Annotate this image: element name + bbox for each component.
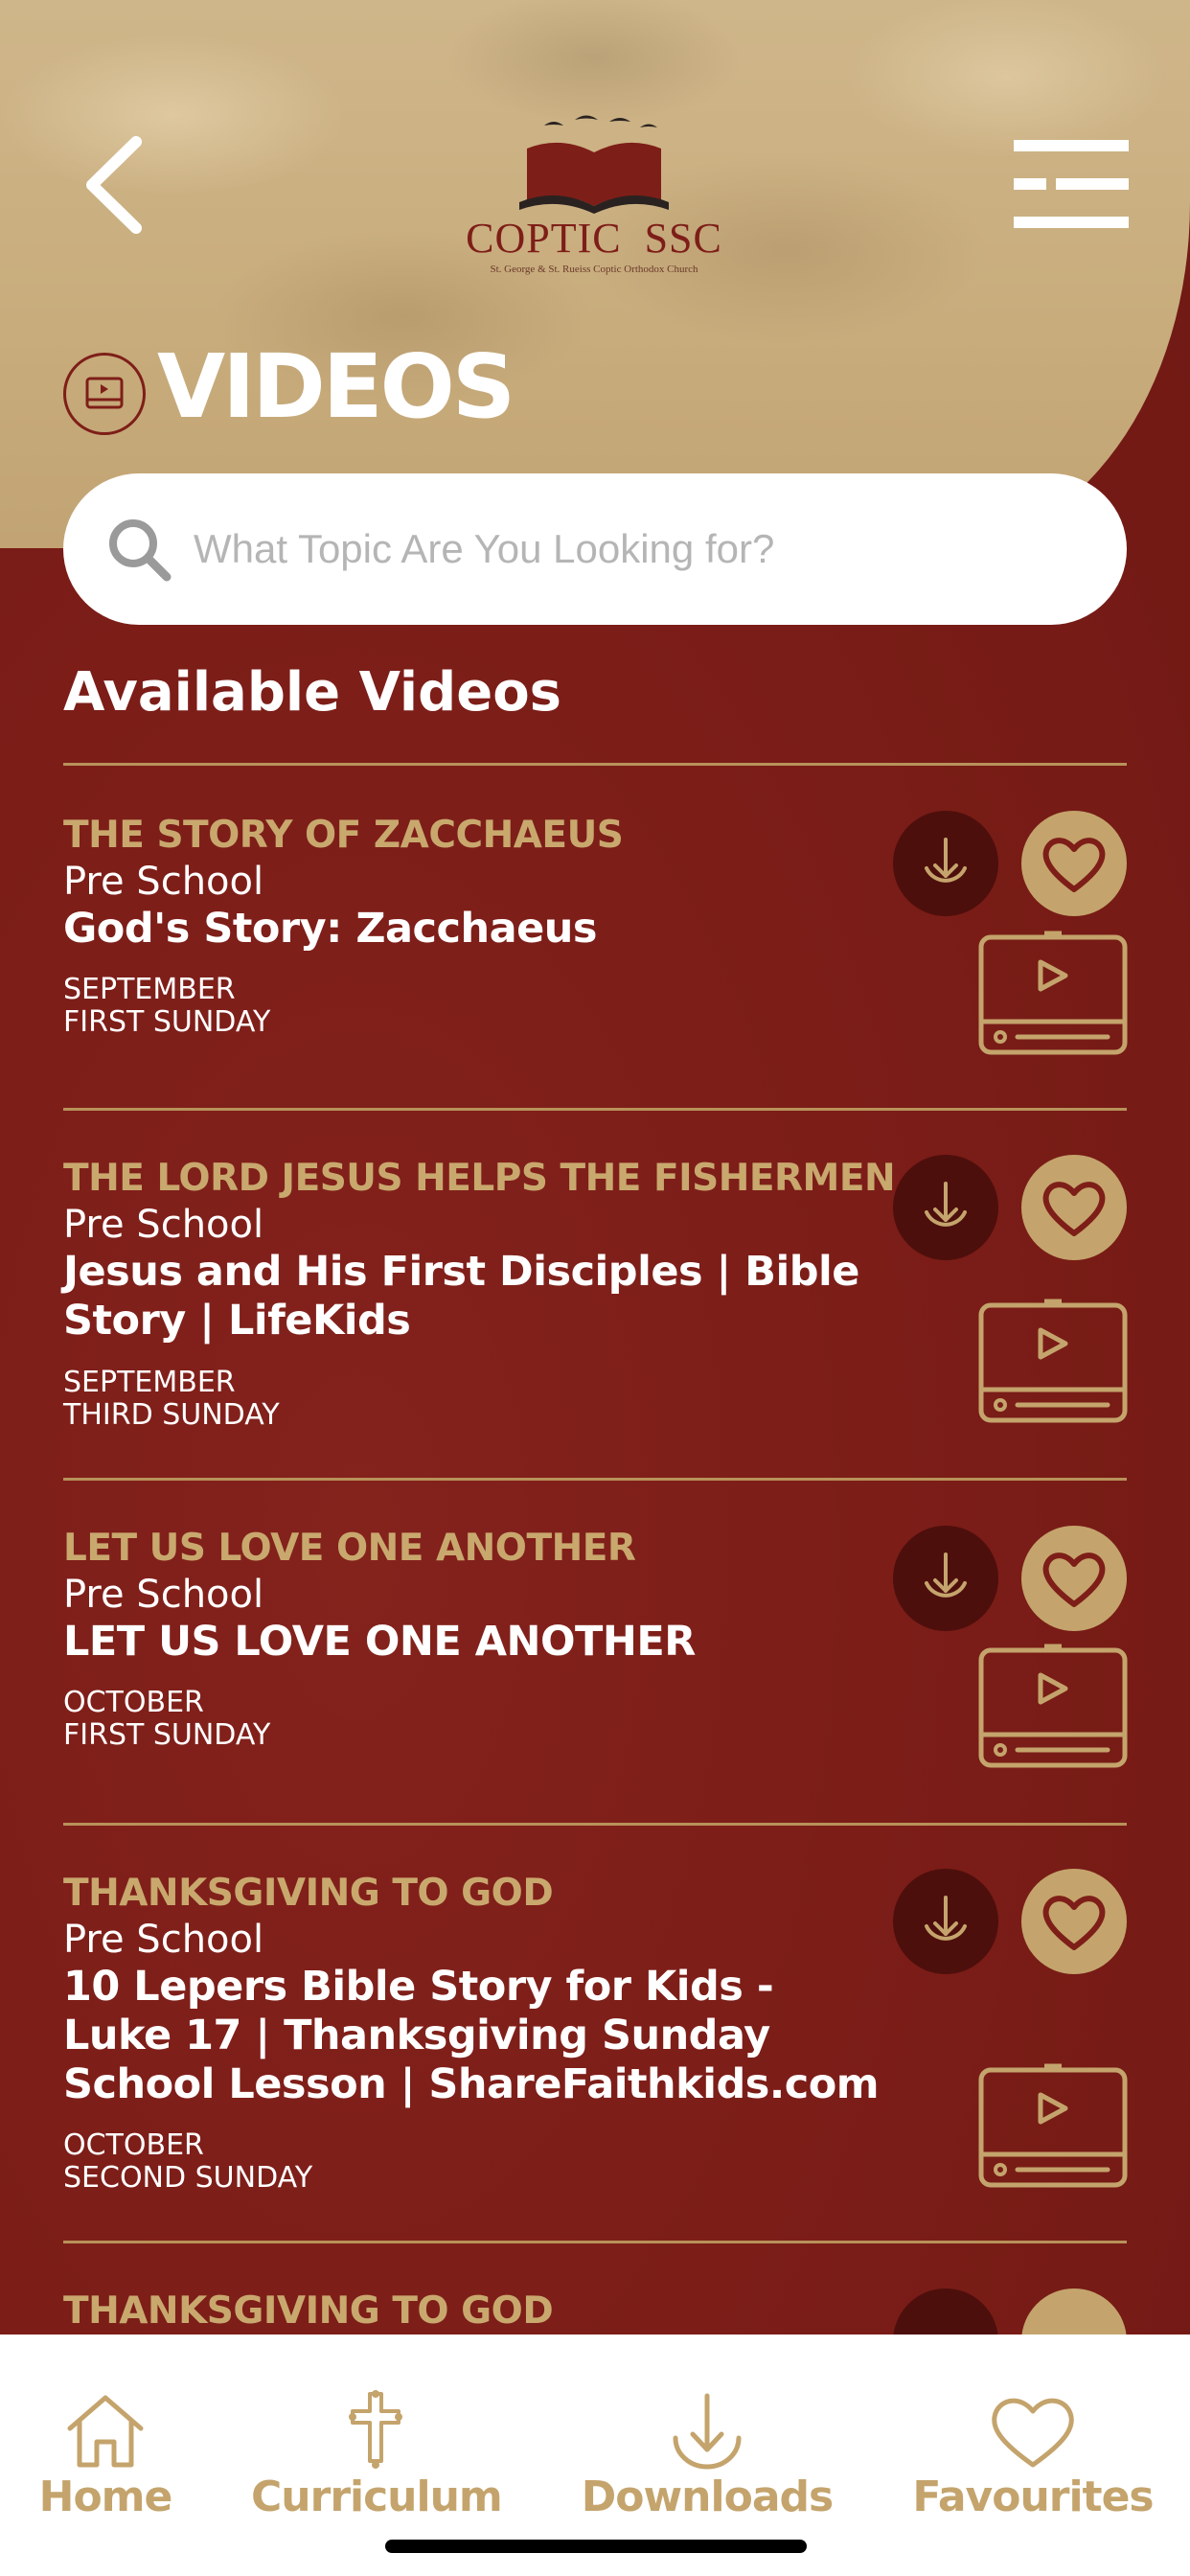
heart-icon: [1042, 1896, 1106, 1950]
logo-subtitle: St. George & St. Rueiss Coptic Orthodox …: [490, 264, 698, 275]
heart-icon: [1042, 838, 1106, 892]
download-button[interactable]: [893, 811, 998, 916]
video-month: OCTOBER: [63, 2128, 204, 2162]
video-title[interactable]: LET US LOVE ONE ANOTHER: [63, 1618, 887, 1667]
play-video-button[interactable]: [977, 1296, 1129, 1424]
video-month: OCTOBER: [63, 1686, 204, 1719]
favourite-button[interactable]: [1021, 1155, 1127, 1260]
logo-title: COPTIC SSC: [466, 215, 722, 262]
page-title: VIDEOS: [157, 335, 515, 438]
nav-curriculum-label: Curriculum: [251, 2472, 503, 2521]
search-icon: [109, 519, 172, 582]
home-indicator: [385, 2540, 807, 2553]
nav-favourites-label: Favourites: [912, 2472, 1154, 2521]
video-level: Pre School: [63, 1573, 264, 1617]
back-button[interactable]: [77, 132, 153, 238]
nav-downloads[interactable]: Downloads: [575, 2390, 839, 2524]
download-button[interactable]: [893, 1155, 998, 1260]
section-title: Available Videos: [63, 661, 561, 724]
heart-icon: [1042, 1182, 1106, 1236]
play-video-button[interactable]: [977, 2060, 1129, 2189]
videos-page-icon: [63, 353, 146, 435]
screen: COPTIC SSC St. George & St. Rueiss Copti…: [0, 0, 1190, 2576]
download-icon: [925, 1552, 967, 1598]
video-topic: THANKSGIVING TO GOD: [63, 2289, 554, 2333]
favourite-button[interactable]: [1021, 1526, 1127, 1631]
download-icon: [925, 1182, 967, 1227]
download-button[interactable]: [893, 1526, 998, 1631]
nav-favourites[interactable]: Favourites: [908, 2390, 1157, 2524]
video-sunday: FIRST SUNDAY: [63, 1005, 271, 1039]
divider: [63, 1478, 1127, 1481]
video-level: Pre School: [63, 1918, 264, 1962]
video-month: SEPTEMBER: [63, 973, 236, 1006]
play-video-button[interactable]: [977, 928, 1129, 1056]
menu-button[interactable]: [1014, 136, 1129, 232]
favourite-button[interactable]: [1021, 811, 1127, 916]
play-video-icon: [978, 1299, 1128, 1423]
download-icon: [673, 2393, 742, 2470]
menu-icon: [1014, 140, 1129, 228]
play-video-icon: [978, 931, 1128, 1055]
divider: [63, 1823, 1127, 1826]
video-icon: [85, 377, 124, 409]
download-icon: [925, 1896, 967, 1941]
video-sunday: FIRST SUNDAY: [63, 1718, 271, 1752]
divider: [63, 1108, 1127, 1111]
search-input[interactable]: [194, 506, 1085, 592]
play-video-icon: [978, 1644, 1128, 1768]
heart-icon: [1042, 1552, 1106, 1607]
video-topic: THE STORY OF ZACCHAEUS: [63, 814, 624, 857]
search-bar[interactable]: [63, 473, 1127, 625]
divider: [63, 763, 1127, 766]
book-logo-icon: [519, 115, 669, 214]
church-logo: COPTIC SSC St. George & St. Rueiss Copti…: [441, 110, 747, 283]
video-sunday: THIRD SUNDAY: [63, 1398, 280, 1432]
video-title[interactable]: Jesus and His First Disciples | Bible St…: [63, 1248, 887, 1346]
nav-downloads-label: Downloads: [581, 2472, 834, 2521]
heart-icon: [992, 2398, 1074, 2468]
video-title[interactable]: 10 Lepers Bible Story for Kids - Luke 17…: [63, 1963, 887, 2109]
video-level: Pre School: [63, 1203, 264, 1247]
video-topic: THANKSGIVING TO GOD: [63, 1872, 554, 1915]
divider: [63, 2241, 1127, 2243]
favourite-button[interactable]: [1021, 1869, 1127, 1974]
video-month: SEPTEMBER: [63, 1366, 236, 1399]
home-icon: [67, 2395, 144, 2468]
back-chevron-icon: [86, 136, 142, 234]
cross-icon: [349, 2390, 402, 2469]
download-icon: [925, 838, 967, 883]
video-topic: THE LORD JESUS HELPS THE FISHERMEN: [63, 1157, 896, 1200]
nav-home[interactable]: Home: [29, 2390, 182, 2524]
video-sunday: SECOND SUNDAY: [63, 2161, 313, 2195]
download-button[interactable]: [893, 1869, 998, 1974]
play-video-icon: [978, 2063, 1128, 2188]
video-topic: LET US LOVE ONE ANOTHER: [63, 1527, 636, 1570]
video-level: Pre School: [63, 860, 264, 904]
nav-home-label: Home: [38, 2472, 173, 2521]
video-title[interactable]: God's Story: Zacchaeus: [63, 905, 887, 954]
play-video-button[interactable]: [977, 1641, 1129, 1769]
nav-curriculum[interactable]: Curriculum: [251, 2390, 503, 2524]
